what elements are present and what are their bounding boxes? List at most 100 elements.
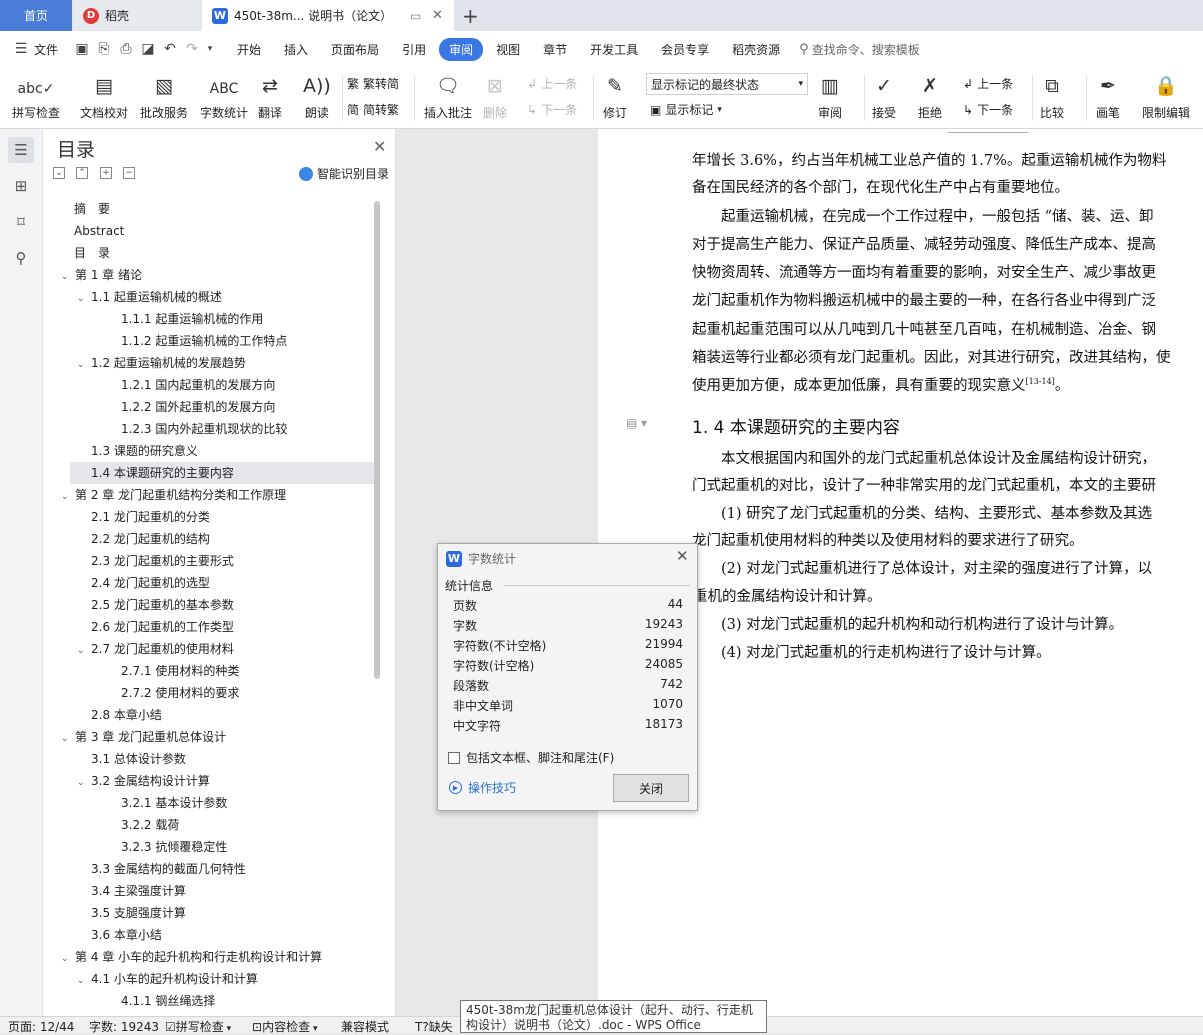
close-button[interactable]: 关闭 (613, 774, 689, 802)
menu-file[interactable]: 文件 (32, 38, 68, 61)
translate-button[interactable]: ⇄ 翻译 (258, 69, 282, 121)
menu-insert[interactable]: 插入 (274, 38, 318, 61)
tab-document[interactable]: W 450t-38m... 说明书（论文） ▭ ✕ (202, 0, 454, 31)
toc-item[interactable]: 2.8 本章小结 (91, 704, 162, 726)
toc-item[interactable]: ⌄ 第 2 章 龙门起重机结构分类和工作原理 (61, 484, 286, 506)
chevron-down-icon[interactable]: ⌄ (77, 640, 91, 662)
hamburger-icon[interactable]: ☰ (10, 41, 32, 57)
menu-review[interactable]: 审阅 (439, 37, 484, 61)
toc-item[interactable]: ⌄ 3.2 金属结构设计计算 (77, 770, 210, 792)
toc-item[interactable]: 1.2.3 国内外起重机现状的比较 (121, 418, 287, 440)
toc-item[interactable]: 3.6 本章小结 (91, 924, 162, 946)
menu-daoke-resources[interactable]: 稻壳资源 (722, 38, 790, 61)
accept-button[interactable]: ✓ 接受 (872, 69, 896, 121)
preview-icon[interactable]: ◪ (137, 41, 159, 57)
redo-icon[interactable]: ↷ (181, 41, 203, 57)
nav-tree-icon[interactable]: ⊞ (8, 173, 34, 199)
prev-change-button[interactable]: ↲ 上一条 (963, 75, 1013, 92)
batch-service-button[interactable]: ▧ 批改服务 (140, 69, 188, 121)
tab-home[interactable]: 首页 (0, 0, 72, 31)
remove-heading-icon[interactable]: − (123, 167, 135, 179)
menu-layout[interactable]: 页面布局 (321, 38, 389, 61)
toc-item[interactable]: ⌄ 1.1 起重运输机械的概述 (77, 286, 222, 308)
toc-item[interactable]: 3.2.3 抗倾覆稳定性 (121, 836, 227, 858)
chevron-down-icon[interactable]: ⌄ (61, 266, 75, 288)
next-comment-button[interactable]: ↳ 下一条 (527, 101, 577, 118)
toc-item[interactable]: 3.1 总体设计参数 (91, 748, 186, 770)
prev-comment-button[interactable]: ↲ 上一条 (527, 75, 577, 92)
search-icon[interactable]: ⚲ (8, 245, 34, 271)
word-count-status[interactable]: 字数: 19243 (89, 1018, 159, 1035)
toc-item[interactable]: 3.4 主梁强度计算 (91, 880, 186, 902)
collapse-all-icon[interactable]: ⌄ (53, 167, 65, 179)
toc-item[interactable]: 2.6 龙门起重机的工作类型 (91, 616, 234, 638)
pen-button[interactable]: ✒ 画笔 (1096, 69, 1120, 121)
read-aloud-button[interactable]: A)) 朗读 (303, 69, 331, 121)
page-indicator[interactable]: 页面: 12/44 (8, 1018, 74, 1035)
include-footnotes-checkbox[interactable]: 包括文本框、脚注和尾注(F) (448, 749, 614, 766)
export-pdf-icon[interactable]: ⎘ (93, 41, 115, 57)
window-icon[interactable]: ▭ (410, 9, 421, 23)
restrict-edit-button[interactable]: 🔒 限制编辑 (1142, 69, 1190, 121)
menu-start[interactable]: 开始 (227, 38, 271, 61)
smart-toc-button[interactable]: 智能识别目录 (299, 165, 389, 182)
missing-font-status[interactable]: T?缺失 (415, 1018, 453, 1035)
track-changes-button[interactable]: ✎ 修订 (603, 69, 627, 121)
print-icon[interactable]: ⎙ (115, 41, 137, 57)
chevron-down-icon[interactable]: ⌄ (77, 288, 91, 310)
chevron-down-icon[interactable]: ⌄ (77, 772, 91, 794)
toc-item[interactable]: 2.7.2 使用材料的要求 (121, 682, 239, 704)
toc-item[interactable]: Abstract (74, 220, 124, 242)
menu-member[interactable]: 会员专享 (651, 38, 719, 61)
menu-chapter[interactable]: 章节 (533, 38, 577, 61)
simp-to-trad-button[interactable]: 简简转繁 (347, 101, 399, 118)
toc-scrollbar[interactable] (374, 201, 380, 679)
toc-item[interactable]: 3.5 支腿强度计算 (91, 902, 186, 924)
trad-to-simp-button[interactable]: 繁繁转简 (347, 75, 399, 92)
close-icon[interactable]: ✕ (373, 137, 386, 156)
search-command[interactable]: ⚲ 查找命令、搜索模板 (799, 41, 920, 58)
chevron-down-icon[interactable]: ⌄ (61, 728, 75, 750)
close-tab-icon[interactable]: ✕ (432, 8, 443, 23)
toc-item[interactable]: ⌄ 第 3 章 龙门起重机总体设计 (61, 726, 226, 748)
review-pane-button[interactable]: ▥ 审阅 (818, 69, 842, 121)
menu-reference[interactable]: 引用 (392, 38, 436, 61)
word-count-button[interactable]: ABC 字数统计 (200, 69, 248, 121)
proofread-button[interactable]: ▤ 文档校对 (80, 69, 128, 121)
toc-item[interactable]: 1.1.1 起重运输机械的作用 (121, 308, 263, 330)
expand-all-icon[interactable]: ⌃ (76, 167, 88, 179)
bookmark-icon[interactable]: ⌑ (8, 209, 34, 235)
add-heading-icon[interactable]: + (100, 167, 112, 179)
paragraph-icon[interactable]: ▤ ▾ (626, 416, 647, 430)
toc-item[interactable]: 2.5 龙门起重机的基本参数 (91, 594, 234, 616)
toc-item[interactable]: 1.2.2 国外起重机的发展方向 (121, 396, 275, 418)
chevron-down-icon[interactable]: ▾ (203, 44, 217, 54)
insert-comment-button[interactable]: 🗨 插入批注 (424, 69, 472, 121)
toc-item[interactable]: 1.3 课题的研究意义 (91, 440, 198, 462)
toc-item[interactable]: ⌄ 2.7 龙门起重机的使用材料 (77, 638, 234, 660)
toc-item[interactable]: 摘 要 (74, 198, 110, 220)
undo-icon[interactable]: ↶ (159, 41, 181, 57)
delete-comment-button[interactable]: ⊠ 删除 (483, 69, 507, 121)
citation[interactable]: [13-14] (1026, 377, 1055, 386)
content-check-status[interactable]: ⊡内容检查 ▾ (252, 1018, 317, 1035)
toc-item[interactable]: ⌄ 1.2 起重运输机械的发展趋势 (77, 352, 246, 374)
chevron-down-icon[interactable]: ⌄ (77, 354, 91, 376)
toc-item[interactable]: 1.2.1 国内起重机的发展方向 (121, 374, 275, 396)
outline-icon[interactable]: ☰ (8, 137, 34, 163)
reject-button[interactable]: ✗ 拒绝 (918, 69, 942, 121)
toc-item[interactable]: 2.2 龙门起重机的结构 (91, 528, 210, 550)
toc-item[interactable]: 1.1.2 起重运输机械的工作特点 (121, 330, 287, 352)
toc-item[interactable]: ⌄ 第 4 章 小车的起升机构和行走机构设计和计算 (61, 946, 322, 968)
spell-check-status[interactable]: ☑拼写检查 ▾ (165, 1018, 231, 1035)
toc-item[interactable]: ⌄ 4.1 小车的起升机构设计和计算 (77, 968, 258, 990)
toc-item[interactable]: 3.2.1 基本设计参数 (121, 792, 227, 814)
chevron-down-icon[interactable]: ⌄ (61, 486, 75, 508)
tab-daoke[interactable]: D 稻壳 (73, 0, 201, 31)
show-marks-button[interactable]: ▣ 显示标记 ▾ (650, 101, 722, 118)
toc-item[interactable]: 2.4 龙门起重机的选型 (91, 572, 210, 594)
next-change-button[interactable]: ↳ 下一条 (963, 101, 1013, 118)
tips-link[interactable]: ▶ 操作技巧 (449, 779, 516, 796)
toc-item[interactable]: 1.4 本课题研究的主要内容 (70, 462, 374, 484)
toc-item[interactable]: 3.3 金属结构的截面几何特性 (91, 858, 246, 880)
